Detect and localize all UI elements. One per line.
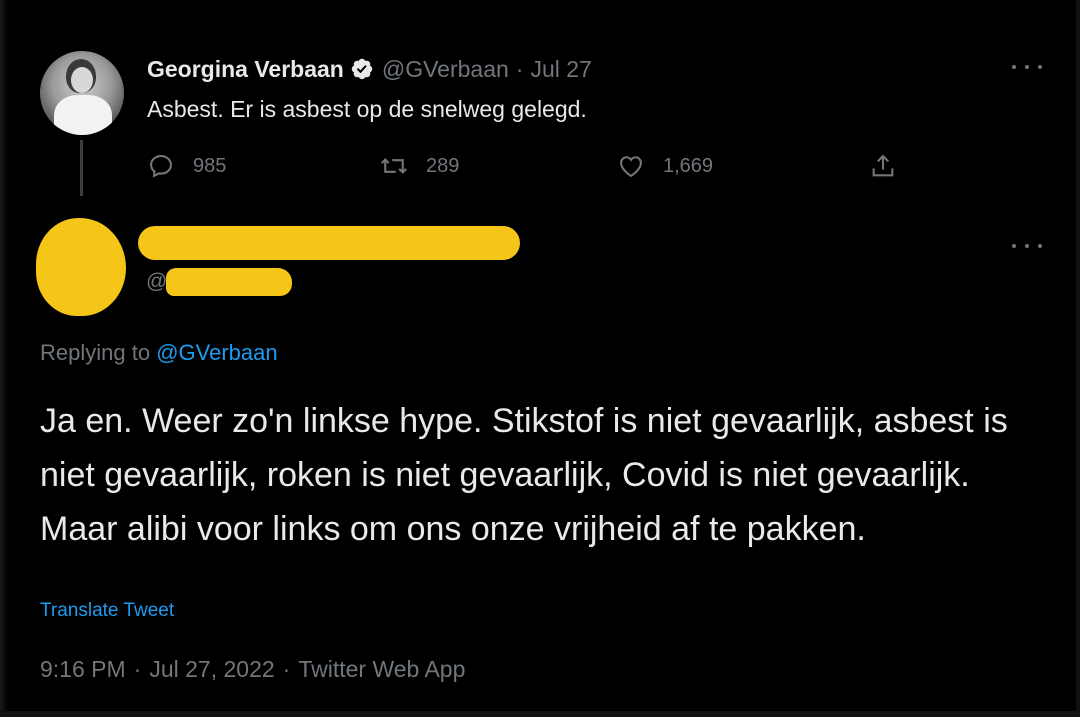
tweet-actions: 985 289 1,669 [147,148,907,184]
image-edge [1076,0,1080,717]
parent-tweet-header: Georgina Verbaan @GVerbaan · Jul 27 [147,54,592,84]
reply-button[interactable]: 985 [147,148,226,184]
reply-icon [150,155,172,178]
retweet-button[interactable]: 289 [380,148,459,184]
replying-to-line: Replying to @GVerbaan [40,340,278,366]
parent-tweet-text: Asbest. Er is asbest op de snelweg geleg… [147,96,587,122]
more-icon[interactable] [1012,241,1042,251]
reply-count: 985 [193,154,227,177]
parent-date[interactable]: Jul 27 [530,54,591,84]
tweet-screenshot: Georgina Verbaan @GVerbaan · Jul 27 Asbe… [0,0,1080,717]
meta-separator: · [133,656,142,682]
like-count: 1,669 [663,154,714,177]
redacted-avatar [36,218,126,316]
header-separator: · [515,56,524,82]
parent-avatar[interactable] [40,51,124,135]
avatar-shirt [54,95,112,135]
parent-display-name[interactable]: Georgina Verbaan [147,54,344,84]
retweet-count: 289 [426,154,460,177]
replying-to-mention[interactable]: @GVerbaan [156,340,277,365]
image-edge [0,0,8,717]
retweet-icon [381,158,407,174]
like-button[interactable]: 1,669 [617,148,713,184]
reply-tweet-text: Ja en. Weer zo'n linkse hype. Stikstof i… [40,402,1008,548]
share-icon [872,154,894,177]
tweet-source: Twitter Web App [298,656,466,682]
avatar-face [71,67,93,93]
redacted-display-name [138,226,520,260]
like-icon [620,156,642,178]
replying-to-label: Replying to [40,340,157,365]
thread-line [80,140,83,196]
share-button[interactable] [869,148,897,184]
meta-separator: · [282,656,291,682]
verified-badge-icon [351,58,373,80]
image-edge [0,711,1080,717]
reply-handle-prefix: @ [146,270,168,293]
more-icon[interactable] [1012,62,1042,72]
redacted-handle [166,268,292,296]
tweet-time[interactable]: 9:16 PM [40,656,126,682]
translate-tweet-link[interactable]: Translate Tweet [40,600,174,622]
tweet-metadata: 9:16 PM · Jul 27, 2022 · Twitter Web App [40,656,465,683]
parent-handle[interactable]: @GVerbaan [382,54,509,84]
tweet-date[interactable]: Jul 27, 2022 [149,656,274,682]
